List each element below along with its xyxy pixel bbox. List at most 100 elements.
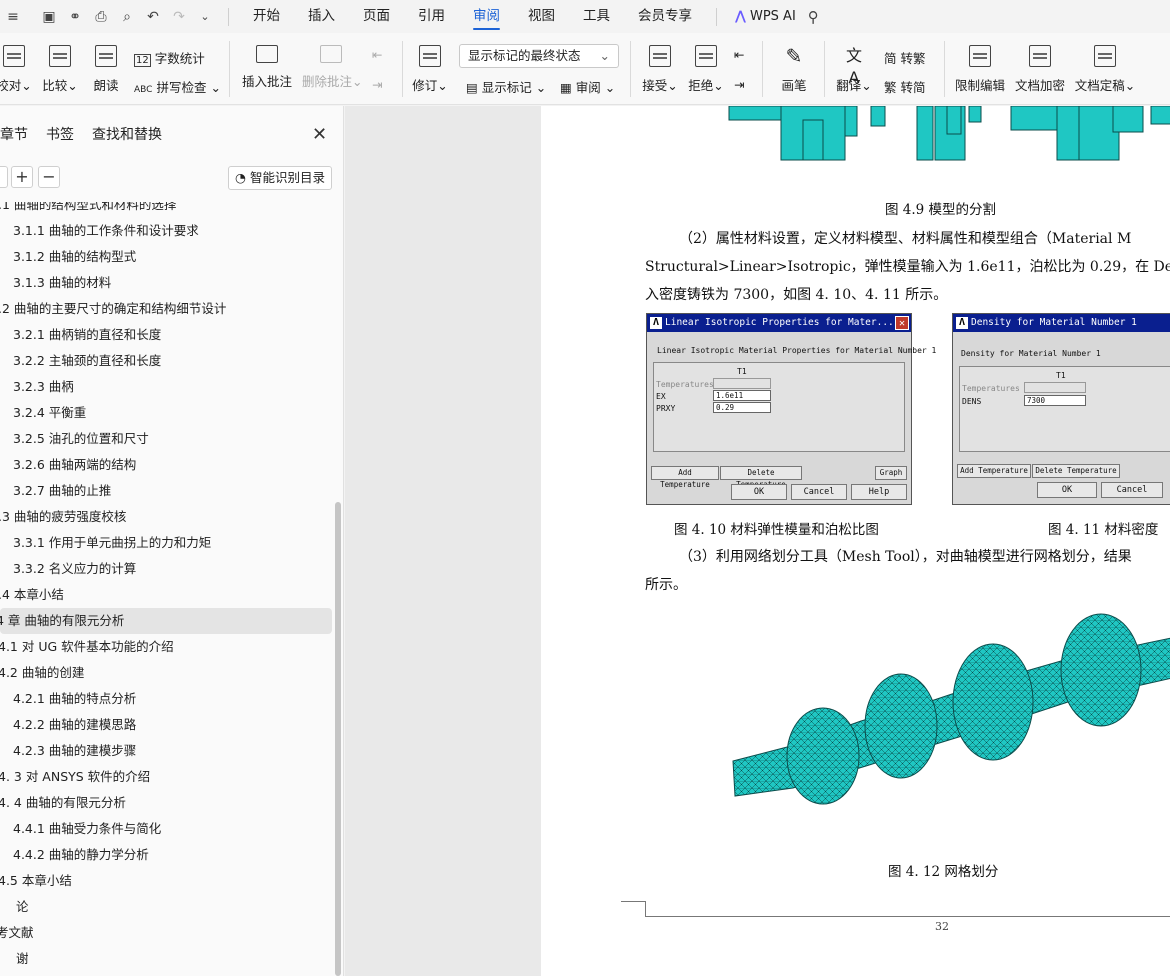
tab-insert[interactable]: 插入 (294, 0, 349, 33)
prev-comment-icon[interactable]: ⇤ (372, 47, 382, 62)
restrict-editing-button[interactable]: 限制编辑 (954, 45, 1006, 94)
wps-ai-button[interactable]: ⋀ WPS AI (735, 9, 796, 24)
tab-references[interactable]: 引用 (404, 0, 459, 33)
collapse-icon[interactable] (0, 166, 8, 188)
undo-icon[interactable]: ↶ (140, 9, 166, 25)
toc-item[interactable]: 4.4.2 曲轴的静力学分析 (13, 842, 149, 868)
tab-page[interactable]: 页面 (349, 0, 404, 33)
toc-item[interactable]: 3.1.3 曲轴的材料 (13, 270, 111, 296)
dialog1-cancel-button[interactable]: Cancel (791, 484, 847, 500)
toc-item[interactable]: 谢 (16, 946, 29, 972)
finalize-document-button[interactable]: 文档定稿⌄ (1074, 45, 1136, 94)
navtab-find-replace[interactable]: 查找和替换 (92, 124, 162, 144)
toc-item[interactable]: 4. 4 曲轴的有限元分析 (0, 790, 126, 816)
proofread-button[interactable]: 校对⌄ (0, 45, 34, 94)
dialog2-temp-field[interactable] (1024, 382, 1086, 393)
expand-all-button[interactable]: + (11, 166, 33, 188)
toc-item[interactable]: 3.2.1 曲柄销的直径和长度 (13, 322, 161, 348)
accept-button[interactable]: 接受⌄ (640, 45, 680, 94)
search-icon[interactable]: ⚲ (808, 8, 819, 26)
tab-view[interactable]: 视图 (514, 0, 569, 33)
toc-item[interactable]: 4.4.1 曲轴受力条件与简化 (13, 816, 161, 842)
next-comment-icon[interactable]: ⇥ (372, 77, 382, 92)
spell-check-button[interactable]: ABC 拼写检查 ⌄ (134, 77, 221, 96)
toc-item[interactable]: 3.3.2 名义应力的计算 (13, 556, 136, 582)
graph-button[interactable]: Graph (875, 466, 907, 480)
dialog1-prxy-field[interactable]: 0.29 (713, 402, 771, 413)
show-markup-button[interactable]: ▤ 显示标记 ⌄ (466, 77, 546, 96)
close-icon[interactable]: ✕ (895, 316, 909, 330)
smart-toc-button[interactable]: ◔ 智能识别目录 (228, 166, 332, 190)
menu-icon[interactable]: ≡ (0, 9, 26, 25)
dialog2-cancel-button[interactable]: Cancel (1101, 482, 1163, 498)
compare-button[interactable]: 比较⌄ (40, 45, 80, 94)
document-page[interactable]: 图 4.9 模型的分割 （2）属性材料设置，定义材料模型、材料属性和模型组合（M… (541, 106, 1170, 976)
to-simplified-button[interactable]: 繁 转简 (884, 77, 925, 96)
toc-item[interactable]: .4 本章小结 (0, 582, 64, 608)
markup-state-dropdown[interactable]: 显示标记的最终状态 ⌄ (459, 44, 619, 68)
add-temperature-button[interactable]: Add Temperature (957, 464, 1031, 478)
close-icon[interactable]: ✕ (312, 124, 327, 145)
toc-item[interactable]: 论 (16, 894, 29, 920)
chevron-down-icon[interactable]: ⌄ (192, 10, 218, 23)
toc-item[interactable]: 4.2.2 曲轴的建模思路 (13, 712, 136, 738)
tab-member[interactable]: 会员专享 (624, 0, 706, 33)
print-preview-icon[interactable]: ⌕ (114, 9, 140, 25)
print-icon[interactable]: ⎙ (88, 9, 114, 25)
toc-item[interactable]: 3.1.1 曲轴的工作条件和设计要求 (13, 218, 199, 244)
toc-item[interactable]: 3.3.1 作用于单元曲拐上的力和力矩 (13, 530, 211, 556)
toc-item[interactable]: 3.1.2 曲轴的结构型式 (13, 244, 136, 270)
toc-item[interactable]: .1 曲轴的结构型式和材料的选择 (0, 202, 176, 218)
to-traditional-button[interactable]: 简 转繁 (884, 48, 925, 67)
prev-change-icon[interactable]: ⇤ (734, 47, 744, 62)
toc-item[interactable]: 考文献 (0, 920, 34, 946)
toc-item[interactable]: 3.2.4 平衡重 (13, 400, 86, 426)
delete-comment-button[interactable]: 删除批注⌄ (302, 45, 363, 90)
dialog1-ok-button[interactable]: OK (731, 484, 787, 500)
toc-item[interactable]: 4.2.3 曲轴的建模步骤 (13, 738, 136, 764)
toc-item[interactable]: 4.2.1 曲轴的特点分析 (13, 686, 136, 712)
toc-item[interactable]: .3 曲轴的疲劳强度校核 (0, 504, 126, 530)
pen-button[interactable]: ✎ 画笔 (776, 45, 812, 94)
toc-item[interactable]: 3.2.5 油孔的位置和尺寸 (13, 426, 149, 452)
dialog2-ok-button[interactable]: OK (1037, 482, 1097, 498)
navtab-bookmarks[interactable]: 书签 (46, 124, 74, 144)
reject-button[interactable]: 拒绝⌄ (686, 45, 726, 94)
toc-item[interactable]: .2 曲轴的主要尺寸的确定和结构细节设计 (0, 296, 226, 322)
translate-button[interactable]: 文A 翻译⌄ (834, 45, 874, 94)
dialog2-dens-field[interactable]: 7300 (1024, 395, 1086, 406)
tab-tools[interactable]: 工具 (569, 0, 624, 33)
toc-item[interactable]: 3.2.7 曲轴的止推 (13, 478, 111, 504)
navpane-scrollbar[interactable] (335, 502, 341, 976)
tab-review[interactable]: 审阅 (459, 0, 514, 33)
next-change-icon[interactable]: ⇥ (734, 77, 744, 92)
delete-temperature-button[interactable]: Delete Temperature (1032, 464, 1120, 478)
add-temperature-button[interactable]: Add Temperature (651, 466, 719, 489)
link-icon[interactable]: ⚭ (62, 9, 88, 25)
toc-item[interactable]: 4. 3 对 ANSYS 软件的介绍 (0, 764, 150, 790)
toc-item[interactable]: 3.2.3 曲柄 (13, 374, 74, 400)
crank-web (786, 707, 860, 805)
read-aloud-button[interactable]: 朗读 (88, 45, 124, 94)
dialog1-temp-field[interactable] (713, 378, 771, 389)
dialog1-ex-label: EX (656, 392, 666, 401)
insert-comment-button[interactable]: 插入批注 (242, 45, 292, 90)
dialog1-ex-field[interactable]: 1.6e11 (713, 390, 771, 401)
toc-item[interactable]: 4.2 曲轴的创建 (0, 660, 84, 686)
delete-temperature-button[interactable]: Delete Temperature (720, 466, 802, 489)
toc-item[interactable]: 3.2.6 曲轴两端的结构 (13, 452, 136, 478)
toc-item[interactable]: 4.5 本章小结 (0, 868, 72, 894)
review-pane-button[interactable]: ▦ 审阅 ⌄ (560, 77, 615, 96)
dialog1-help-button[interactable]: Help (851, 484, 907, 500)
collapse-all-button[interactable]: − (38, 166, 60, 188)
redo-icon[interactable]: ↷ (166, 9, 192, 25)
toc-item-selected[interactable]: 4 章 曲轴的有限元分析 (0, 608, 332, 634)
encrypt-document-button[interactable]: 文档加密 (1014, 45, 1066, 94)
toc-item[interactable]: 3.2.2 主轴颈的直径和长度 (13, 348, 161, 374)
toc-item[interactable]: 4.1 对 UG 软件基本功能的介绍 (0, 634, 174, 660)
track-changes-button[interactable]: 修订⌄ (410, 45, 450, 94)
tab-home[interactable]: 开始 (239, 0, 294, 33)
word-count-button[interactable]: 12 字数统计 (134, 48, 205, 67)
navtab-chapters[interactable]: 章节 (0, 124, 28, 144)
save-icon[interactable]: ▣ (36, 9, 62, 25)
